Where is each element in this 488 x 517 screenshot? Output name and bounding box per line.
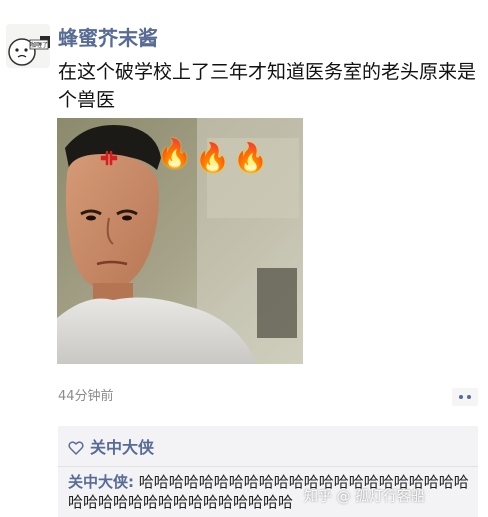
post-timestamp: 44分钟前	[58, 389, 114, 404]
like-user-name[interactable]: 关中大侠	[90, 438, 154, 458]
fire-icon: 🔥	[233, 141, 268, 174]
avatar-caption: 咖喱了	[30, 41, 48, 49]
watermark: 知乎 @ 孤灯行客船	[304, 489, 425, 505]
heart-icon	[68, 440, 84, 456]
post-text: 在这个破学校上了三年才知道医务室的老头原来是个兽医	[58, 61, 477, 111]
fire-icon: 🔥	[195, 141, 230, 174]
post-author-name[interactable]: 蜂蜜芥末酱	[58, 26, 158, 50]
divider	[58, 466, 478, 467]
comment-author[interactable]: 关中大侠:	[68, 473, 134, 491]
post-image[interactable]: 🔥 🔥 🔥	[57, 118, 303, 364]
more-options-button[interactable]	[452, 388, 478, 406]
avatar-illustration: 咖喱了	[6, 24, 50, 68]
likes-row: 关中大侠	[68, 438, 154, 458]
fire-icon: 🔥	[157, 137, 192, 170]
more-dot-icon	[467, 395, 471, 399]
avatar[interactable]: 咖喱了	[6, 24, 50, 68]
more-dot-icon	[459, 395, 463, 399]
